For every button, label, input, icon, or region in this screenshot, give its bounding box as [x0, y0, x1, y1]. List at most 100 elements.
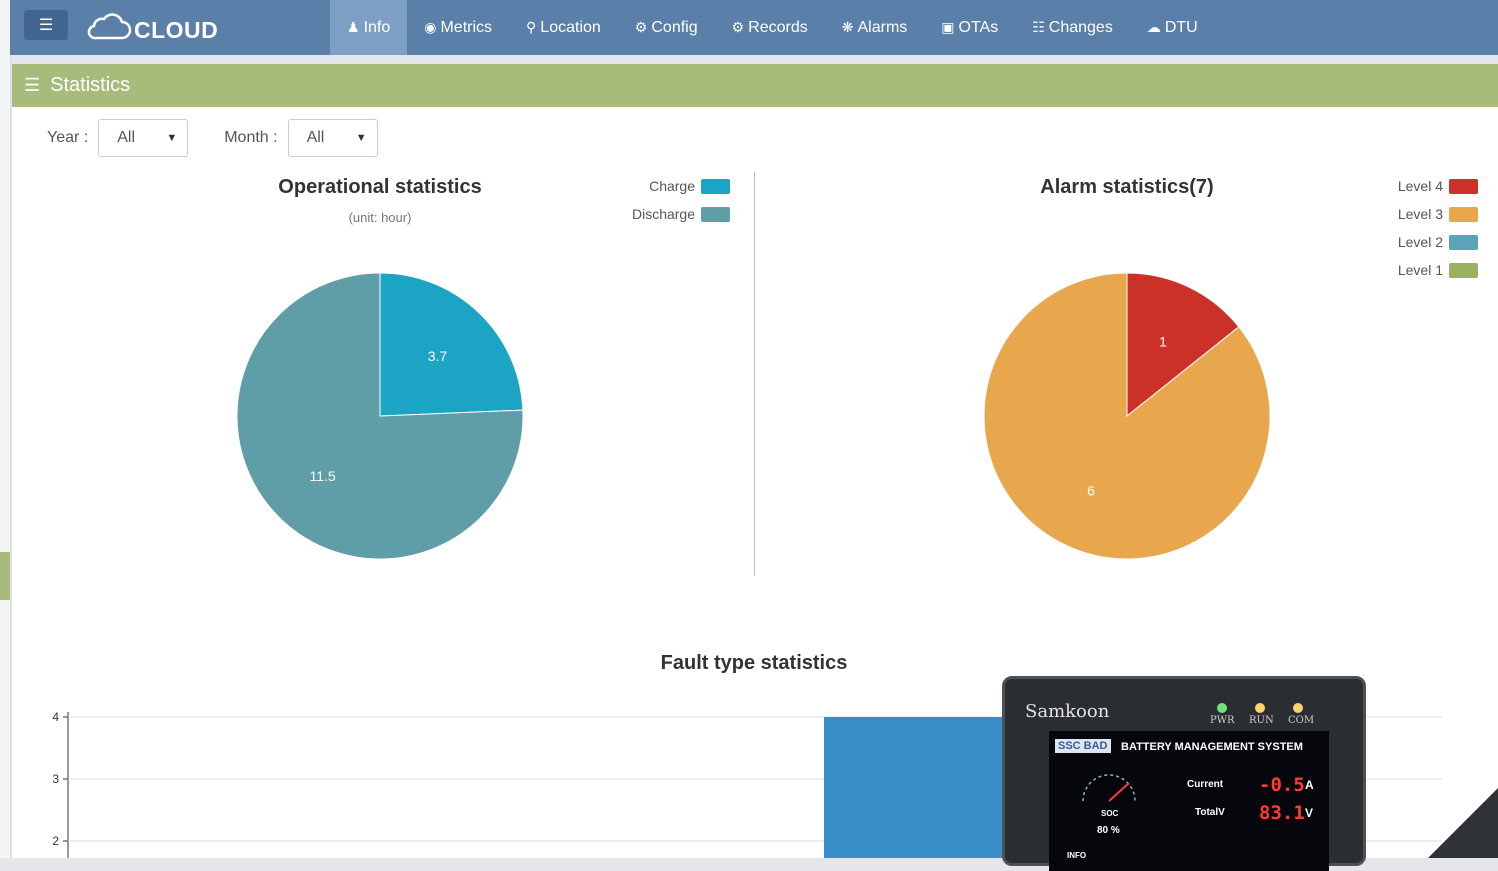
legend-label: Charge [649, 178, 695, 194]
legend-level1[interactable]: Level 1 [1398, 262, 1478, 278]
panel-title: Statistics [50, 74, 131, 96]
users-icon: ♟ [347, 19, 360, 35]
panel-header[interactable]: ☰ Statistics [12, 64, 1498, 107]
legend-label: Level 1 [1397, 262, 1443, 278]
chart-divider [754, 172, 755, 576]
screen-title: BATTERY MANAGEMENT SYSTEM [1121, 741, 1303, 753]
brand-logo[interactable]: CLOUD [86, 9, 218, 45]
totalv-value: 83.1 [1259, 802, 1305, 824]
run-led [1255, 703, 1265, 713]
menu-toggle-button[interactable]: ☰ [24, 10, 68, 40]
map-marker-icon: ⚲ [526, 19, 537, 35]
alarm-slice-label: 1 [1159, 333, 1167, 349]
y-tick-label: 4 [52, 710, 59, 724]
com-label: COM [1288, 715, 1315, 726]
soc-label: SOC [1101, 809, 1119, 818]
tab-alarms[interactable]: ❋ Alarms [825, 0, 925, 55]
filter-bar: Year : All ▼ Month : All ▼ [47, 119, 414, 157]
main-nav: ♟ Info ◉ Metrics ⚲ Location ⚙ Config ⚙ Record… [330, 0, 1215, 55]
pwr-led [1217, 703, 1227, 713]
fault-chart-title: Fault type statistics [660, 652, 848, 674]
legend-level3[interactable]: Level 3 [1398, 206, 1478, 222]
legend-level4[interactable]: Level 4 [1398, 178, 1478, 194]
alarm-pie-chart: 16 [983, 272, 1271, 560]
legend-swatch [1449, 262, 1478, 278]
legend-label: Level 3 [1397, 206, 1443, 222]
tab-label: Changes [1048, 18, 1113, 36]
year-value: All [117, 129, 135, 146]
top-navbar: ☰ CLOUD ♟ Info ◉ Metrics ⚲ Location ⚙ Config… [10, 0, 1498, 55]
year-label: Year : [47, 129, 89, 146]
tab-label: Metrics [440, 18, 493, 36]
legend-swatch [701, 206, 730, 222]
legend-discharge[interactable]: Discharge [632, 206, 730, 222]
screen-badge: SSC BAD [1055, 739, 1111, 753]
month-label: Month : [224, 129, 278, 146]
tab-metrics[interactable]: ◉ Metrics [407, 0, 509, 55]
tab-config[interactable]: ⚙ Config [618, 0, 715, 55]
cloud-upload-icon: ☁ [1146, 19, 1161, 35]
legend-level2[interactable]: Level 2 [1398, 234, 1478, 250]
page-corner-decoration [1428, 788, 1498, 858]
month-value: All [306, 129, 325, 146]
y-tick-label: 2 [52, 834, 59, 848]
current-value: -0.5 [1259, 774, 1305, 796]
run-label: RUN [1249, 715, 1274, 726]
bms-device-photo: Samkoon PWR RUN COM SSC BAD BATTERY MANA… [1002, 676, 1366, 871]
legend-swatch [701, 178, 730, 194]
gear-icon: ⚙ [634, 19, 648, 35]
medkit-icon: ▣ [941, 19, 955, 35]
cloud-icon [87, 13, 132, 40]
tab-label: Records [748, 18, 808, 36]
hamburger-icon: ☰ [38, 17, 54, 34]
tab-otas[interactable]: ▣ OTAs [924, 0, 1015, 55]
operational-chart-subtitle: (unit: hour) [348, 210, 412, 225]
month-select[interactable]: All ▼ [287, 119, 378, 157]
tab-dtu[interactable]: ☁ DTU [1130, 0, 1215, 55]
tab-label: Info [363, 18, 391, 36]
pwr-label: PWR [1210, 715, 1235, 726]
caret-down-icon: ▼ [166, 132, 178, 144]
y-tick-label: 3 [52, 772, 59, 786]
sitemap-icon: ☷ [1032, 19, 1045, 35]
legend-label: Level 2 [1397, 234, 1443, 250]
tab-location[interactable]: ⚲ Location [509, 0, 618, 55]
tab-label: Config [651, 18, 698, 36]
soc-gauge-icon [1082, 774, 1136, 802]
tab-records[interactable]: ⚙ Records [715, 0, 825, 55]
tab-changes[interactable]: ☷ Changes [1015, 0, 1130, 55]
alarm-chart-title: Alarm statistics(7) [1040, 176, 1214, 198]
info-label: INFO [1067, 851, 1087, 860]
legend-label: Level 4 [1397, 178, 1443, 194]
operational-pie-chart: 3.7 11.5 [236, 272, 524, 560]
tab-info[interactable]: ♟ Info [330, 0, 408, 55]
caret-down-icon: ▼ [355, 132, 367, 144]
year-select[interactable]: All ▼ [98, 119, 189, 157]
soc-value: 80 % [1097, 825, 1120, 836]
totalv-label: TotalV [1195, 807, 1225, 818]
current-unit: A [1305, 778, 1314, 792]
totalv-unit: V [1305, 806, 1314, 820]
tab-label: Location [540, 18, 601, 36]
operational-slice-charge[interactable] [379, 272, 524, 417]
current-label: Current [1187, 779, 1224, 790]
brand-name: CLOUD [134, 16, 219, 43]
device-brand: Samkoon [1025, 701, 1110, 722]
gears-icon: ⚙ [731, 19, 745, 35]
bars-icon: ☰ [24, 75, 41, 95]
eye-icon: ◉ [424, 19, 437, 35]
operational-slice-label: 3.7 [428, 348, 448, 364]
alarm-slice-label: 6 [1087, 483, 1095, 499]
tab-label: DTU [1164, 18, 1198, 36]
operational-slice-label: 11.5 [309, 468, 335, 484]
tab-label: Alarms [857, 18, 908, 36]
legend-charge[interactable]: Charge [649, 178, 730, 194]
legend-swatch [1449, 234, 1478, 250]
tab-label: OTAs [958, 18, 999, 36]
left-sidebar-edge [0, 0, 11, 858]
legend-label: Discharge [631, 206, 695, 222]
left-sidebar-accent [0, 552, 10, 600]
com-led [1293, 703, 1303, 713]
legend-swatch [1449, 178, 1478, 194]
operational-chart-title: Operational statistics [278, 176, 482, 198]
